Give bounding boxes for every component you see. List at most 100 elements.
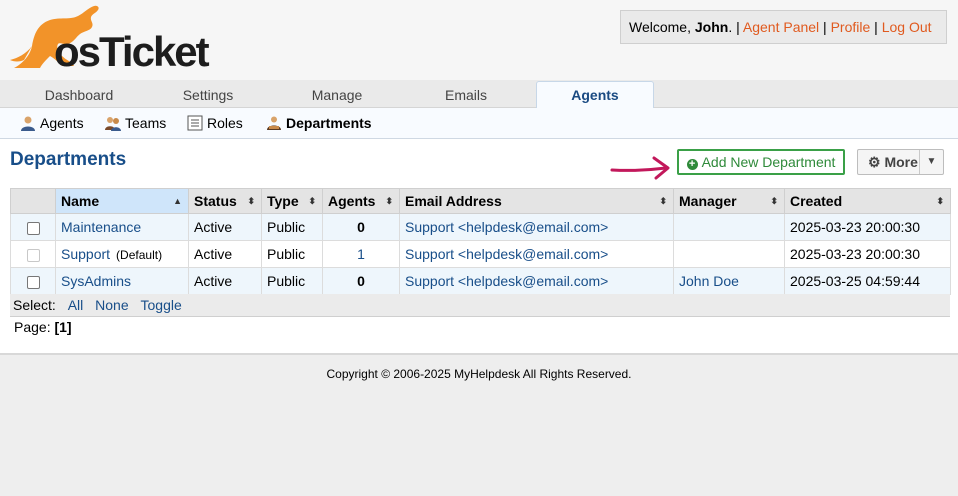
gear-icon: ⚙ bbox=[868, 154, 881, 170]
email-link[interactable]: Support <helpdesk@email.com> bbox=[405, 219, 608, 235]
row-checkbox[interactable] bbox=[26, 221, 40, 235]
column-header-created[interactable]: Created ⬍ bbox=[784, 188, 951, 214]
select-none-link[interactable]: None bbox=[95, 297, 128, 313]
default-tag: (Default) bbox=[116, 248, 163, 262]
department-link[interactable]: Support bbox=[61, 246, 110, 262]
name-cell: Maintenance bbox=[55, 213, 189, 241]
department-link[interactable]: SysAdmins bbox=[61, 273, 131, 289]
status-cell: Active bbox=[188, 213, 262, 241]
sort-icon: ⬍ bbox=[659, 196, 667, 206]
header: osTicket Welcome, John. | Agent Panel | … bbox=[0, 0, 958, 80]
email-link[interactable]: Support <helpdesk@email.com> bbox=[405, 246, 608, 262]
main-content: Departments + Add New Department ⚙ More ▼… bbox=[0, 139, 958, 355]
add-new-department-button[interactable]: + Add New Department bbox=[677, 149, 845, 175]
status-cell: Active bbox=[188, 267, 262, 295]
more-label: More bbox=[884, 154, 918, 170]
manager-cell bbox=[673, 240, 785, 268]
column-header-name[interactable]: Name ▲ bbox=[55, 188, 189, 214]
subnav-item-departments[interactable]: Departments bbox=[266, 108, 372, 138]
column-header-agents[interactable]: Agents ⬍ bbox=[322, 188, 400, 214]
user-name: John bbox=[694, 19, 729, 35]
agents-count: 0 bbox=[357, 219, 365, 235]
agents-cell: 0 bbox=[322, 213, 400, 241]
subnav-label: Roles bbox=[207, 115, 243, 131]
status-cell: Active bbox=[188, 240, 262, 268]
sort-icon: ⬍ bbox=[247, 196, 255, 206]
select-label: Select: bbox=[13, 297, 56, 313]
type-cell: Public bbox=[261, 240, 323, 268]
sort-icon: ⬍ bbox=[308, 196, 316, 206]
plus-circle-icon: + bbox=[686, 159, 698, 170]
more-dropdown-button[interactable]: ⚙ More ▼ bbox=[857, 149, 944, 175]
subnav-item-roles[interactable]: Roles bbox=[187, 108, 243, 138]
agents-cell: 1 bbox=[322, 240, 400, 268]
pagination: Page: [1] bbox=[14, 319, 72, 335]
row-checkbox[interactable] bbox=[26, 275, 40, 289]
column-header-type[interactable]: Type ⬍ bbox=[261, 188, 323, 214]
selection-bar: Select: All None Toggle bbox=[10, 294, 950, 317]
sort-asc-icon: ▲ bbox=[173, 196, 182, 206]
select-toggle-link[interactable]: Toggle bbox=[141, 297, 182, 313]
agent-panel-link[interactable]: Agent Panel bbox=[743, 19, 819, 35]
page-label: Page: bbox=[14, 319, 51, 335]
agents-count-link[interactable]: 1 bbox=[357, 246, 365, 262]
manager-link[interactable]: John Doe bbox=[679, 273, 739, 289]
separator: | bbox=[870, 19, 882, 35]
sort-icon: ⬍ bbox=[770, 196, 778, 206]
column-header-status[interactable]: Status ⬍ bbox=[188, 188, 262, 214]
caret-down-icon[interactable]: ▼ bbox=[919, 150, 943, 174]
type-cell: Public bbox=[261, 267, 323, 295]
table-row: SysAdmins Active Public 0 Support <helpd… bbox=[10, 267, 951, 295]
welcome-prefix: Welcome, bbox=[629, 19, 695, 35]
logo-text: osTicket bbox=[54, 28, 210, 75]
row-checkbox-disabled bbox=[26, 248, 40, 262]
row-select-cell bbox=[10, 213, 56, 241]
osticket-logo[interactable]: osTicket bbox=[8, 4, 218, 74]
user-info-bar: Welcome, John. | Agent Panel | Profile |… bbox=[620, 10, 947, 44]
logout-link[interactable]: Log Out bbox=[882, 19, 932, 35]
created-cell: 2025-03-23 20:00:30 bbox=[784, 240, 951, 268]
email-link[interactable]: Support <helpdesk@email.com> bbox=[405, 273, 608, 289]
select-all-link[interactable]: All bbox=[68, 297, 84, 313]
table-header-row: Name ▲ Status ⬍ Type ⬍ Agents ⬍ Email Addres… bbox=[10, 188, 951, 214]
more-label-wrap: ⚙ More bbox=[868, 150, 918, 174]
created-cell: 2025-03-25 04:59:44 bbox=[784, 267, 951, 295]
tab-agents[interactable]: Agents bbox=[536, 81, 654, 109]
created-cell: 2025-03-23 20:00:30 bbox=[784, 213, 951, 241]
profile-link[interactable]: Profile bbox=[831, 19, 871, 35]
row-select-cell bbox=[10, 240, 56, 268]
email-cell: Support <helpdesk@email.com> bbox=[399, 213, 674, 241]
departments-table: Name ▲ Status ⬍ Type ⬍ Agents ⬍ Email Addres… bbox=[10, 188, 951, 295]
subnav-item-teams[interactable]: Teams bbox=[105, 108, 166, 138]
tab-emails[interactable]: Emails bbox=[387, 82, 545, 108]
annotation-arrow-icon bbox=[610, 156, 670, 180]
main-nav: Dashboard Settings Manage Emails Agents bbox=[0, 80, 958, 109]
agents-cell: 0 bbox=[322, 267, 400, 295]
name-cell: Support (Default) bbox=[55, 240, 189, 268]
subnav-item-agents[interactable]: Agents bbox=[20, 108, 84, 138]
page-title: Departments bbox=[10, 149, 127, 170]
user-icon bbox=[21, 116, 35, 131]
manager-cell bbox=[673, 213, 785, 241]
email-cell: Support <helpdesk@email.com> bbox=[399, 267, 674, 295]
email-cell: Support <helpdesk@email.com> bbox=[399, 240, 674, 268]
table-row: Support (Default) Active Public 1 Support… bbox=[10, 240, 951, 268]
team-icon bbox=[105, 117, 121, 131]
department-link[interactable]: Maintenance bbox=[61, 219, 141, 235]
footer-copyright: Copyright © 2006-2025 MyHelpdesk All Rig… bbox=[326, 367, 632, 381]
subnav-label: Teams bbox=[125, 115, 167, 131]
table-row: Maintenance Active Public 0 Support <hel… bbox=[10, 213, 951, 241]
welcome-suffix: . | bbox=[728, 19, 743, 35]
select-column-header bbox=[10, 188, 56, 214]
sort-icon: ⬍ bbox=[385, 196, 393, 206]
agents-count: 0 bbox=[357, 273, 365, 289]
column-header-email[interactable]: Email Address ⬍ bbox=[399, 188, 674, 214]
roles-icon bbox=[187, 115, 203, 131]
type-cell: Public bbox=[261, 213, 323, 241]
department-icon bbox=[267, 116, 281, 130]
sort-icon: ⬍ bbox=[936, 196, 944, 206]
column-header-manager[interactable]: Manager ⬍ bbox=[673, 188, 785, 214]
manager-cell: John Doe bbox=[673, 267, 785, 295]
add-button-label: Add New Department bbox=[701, 154, 836, 170]
name-cell: SysAdmins bbox=[55, 267, 189, 295]
